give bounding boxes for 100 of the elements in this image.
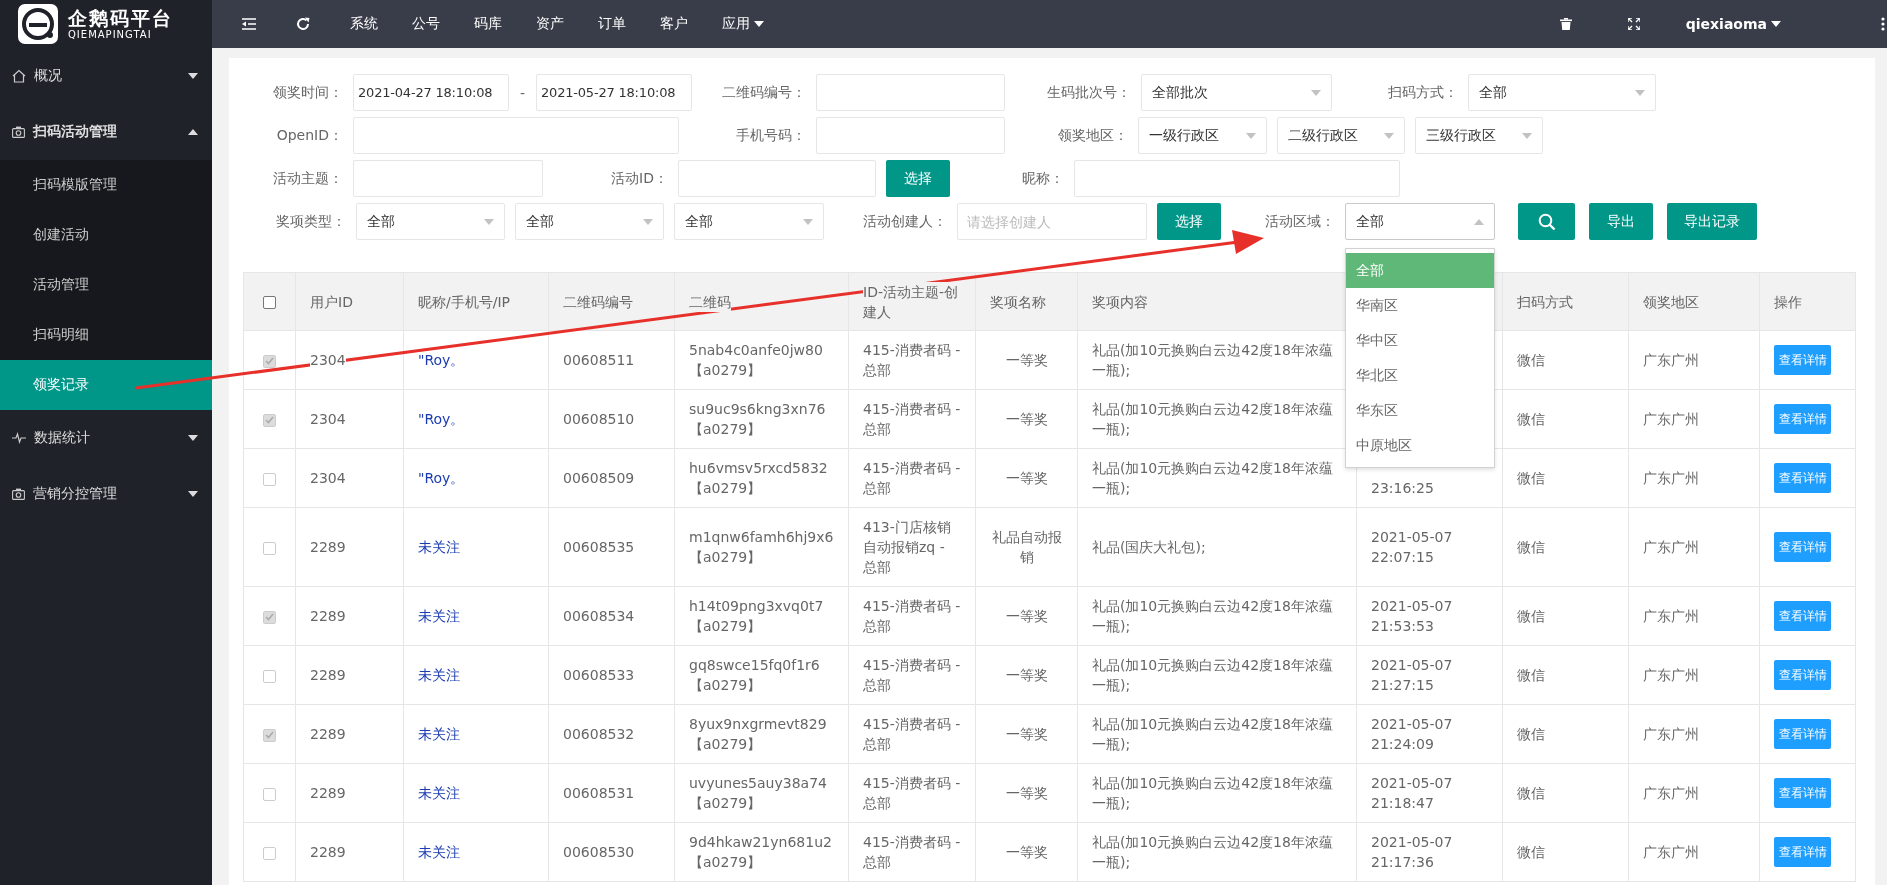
nav-link[interactable]: 公号	[412, 15, 440, 33]
sidebar-submenu-item[interactable]: 领奖记录	[0, 360, 212, 410]
table-cell: 礼品(加10元换购白云边42度18年浓蕴 一瓶);	[1092, 773, 1333, 813]
input-field[interactable]	[1074, 160, 1400, 197]
table-cell: 一等奖	[1005, 468, 1048, 488]
select-field[interactable]: 二级行政区	[1277, 117, 1405, 154]
select-field[interactable]: 全部	[1468, 74, 1656, 111]
nav-link[interactable]: 应用	[722, 15, 764, 33]
dropdown-option[interactable]: 华东区	[1346, 393, 1494, 428]
input-field[interactable]	[353, 160, 543, 197]
nickname-link[interactable]: 未关注	[418, 844, 460, 860]
select-field[interactable]: 全部	[674, 203, 824, 240]
checkbox[interactable]	[263, 354, 276, 368]
checkbox[interactable]	[263, 296, 276, 309]
select-button[interactable]: 选择	[1157, 203, 1221, 240]
caret-icon	[1522, 132, 1532, 139]
table-cell: 微信	[1517, 409, 1545, 429]
table-cell-text: 2021-05-07 21:27:15	[1371, 656, 1454, 695]
export-button[interactable]: 导出记录	[1667, 203, 1757, 240]
checkbox[interactable]	[263, 846, 276, 860]
field-label: 活动创建人：	[862, 212, 948, 231]
dropdown-option[interactable]: 华北区	[1346, 358, 1494, 393]
table-cell-text: 2021-05-07 22:07:15	[1371, 528, 1454, 567]
input-field[interactable]: 请选择创建人	[957, 203, 1147, 240]
search-button[interactable]	[1518, 203, 1575, 240]
field-label: 手机号码：	[735, 126, 807, 145]
export-button[interactable]: 导出	[1589, 203, 1653, 240]
fullscreen-icon[interactable]	[1627, 18, 1640, 30]
input-field[interactable]	[816, 117, 1005, 154]
nickname-link[interactable]: 未关注	[418, 785, 460, 801]
table-cell: 微信	[1517, 665, 1545, 685]
table-cell: 415-消费者码 - 总部	[863, 458, 961, 498]
field-label: 领奖地区：	[1057, 126, 1129, 145]
select-field[interactable]: 全部批次	[1141, 74, 1332, 111]
date-field[interactable]: 2021-04-27 18:10:08	[353, 74, 509, 111]
table-cell: 广东广州	[1643, 537, 1699, 557]
checkbox[interactable]	[263, 669, 276, 683]
date-field[interactable]: 2021-05-27 18:10:08	[536, 74, 692, 111]
pulse-icon	[12, 432, 26, 444]
table-cell: 微信	[1517, 468, 1545, 488]
nav-link[interactable]: 资产	[536, 15, 564, 33]
nav-link[interactable]: 订单	[598, 15, 626, 33]
field-label: 扫码方式：	[1387, 83, 1459, 102]
sidebar-menu-item[interactable]: 数据统计	[0, 410, 212, 466]
nav-link[interactable]: 系统	[350, 15, 378, 33]
dropdown-option[interactable]: 华南区	[1346, 288, 1494, 323]
sidebar-menu-item[interactable]: 概况	[0, 48, 212, 104]
table-cell: 广东广州	[1643, 409, 1699, 429]
sidebar-menu-item[interactable]: 扫码活动管理	[0, 104, 212, 160]
dropdown-option[interactable]: 中原地区	[1346, 428, 1494, 463]
checkbox[interactable]	[263, 413, 276, 427]
input-field[interactable]	[353, 117, 679, 154]
checkbox[interactable]	[263, 787, 276, 801]
dropdown-option[interactable]: 华中区	[1346, 323, 1494, 358]
user-menu[interactable]: qiexiaoma	[1685, 16, 1781, 32]
select-field[interactable]: 一级行政区	[1138, 117, 1267, 154]
field-label: 活动ID：	[610, 169, 669, 188]
table-cell: 礼品(加10元换购白云边42度18年浓蕴 一瓶);	[1092, 340, 1333, 380]
table-cell: 微信	[1517, 724, 1545, 744]
nickname-link[interactable]: 未关注	[418, 608, 460, 624]
table-cell: 广东广州	[1643, 842, 1699, 862]
field-label: 奖项类型：	[275, 212, 347, 231]
table-cell: 一等奖	[1005, 783, 1048, 803]
checkbox[interactable]	[263, 610, 276, 624]
more-icon[interactable]	[1881, 17, 1885, 31]
sidebar-submenu-item[interactable]: 活动管理	[0, 260, 212, 310]
select-button[interactable]: 选择	[886, 160, 950, 197]
table-cell: 415-消费者码 - 总部	[863, 655, 961, 695]
trash-icon[interactable]	[1559, 18, 1572, 30]
field-label: 昵称：	[1021, 169, 1065, 188]
select-field[interactable]: 全部	[515, 203, 664, 240]
nickname-link[interactable]: 未关注	[418, 726, 460, 742]
table-cell-text: 2021-05-07 21:18:47	[1371, 774, 1454, 813]
table-cell: 微信	[1517, 783, 1545, 803]
sidebar-submenu-item[interactable]: 扫码模版管理	[0, 160, 212, 210]
table-cell-text: 23:16:25	[1371, 479, 1435, 498]
sidebar-submenu-item[interactable]: 创建活动	[0, 210, 212, 260]
select-field[interactable]: 全部	[356, 203, 505, 240]
checkbox[interactable]	[263, 472, 276, 486]
sidebar-submenu-item[interactable]: 扫码明细	[0, 310, 212, 360]
input-field[interactable]	[816, 74, 1005, 111]
refresh-icon[interactable]	[296, 17, 310, 31]
table-cell: 广东广州	[1643, 468, 1699, 488]
logo-icon	[18, 4, 58, 44]
nickname-link[interactable]: 未关注	[418, 539, 460, 555]
nickname-link[interactable]: 未关注	[418, 667, 460, 683]
checkbox[interactable]	[263, 728, 276, 742]
table-cell: 415-消费者码 - 总部	[863, 714, 961, 754]
nav-link[interactable]: 客户	[660, 15, 688, 33]
input-field[interactable]	[678, 160, 876, 197]
field-label: 二维码编号：	[721, 83, 807, 102]
checkbox[interactable]	[263, 541, 276, 555]
table-cell: 415-消费者码 - 总部	[863, 596, 961, 636]
menu-fold-icon[interactable]	[242, 18, 256, 30]
select-field[interactable]: 三级行政区	[1415, 117, 1543, 154]
nav-link[interactable]: 码库	[474, 15, 502, 33]
table-cell-text: 2021-05-07 21:17:36	[1371, 833, 1454, 872]
caret-icon	[1311, 89, 1321, 96]
table-cell: 礼品(加10元换购白云边42度18年浓蕴 一瓶);	[1092, 458, 1333, 498]
sidebar-menu-item[interactable]: 营销分控管理	[0, 466, 212, 522]
